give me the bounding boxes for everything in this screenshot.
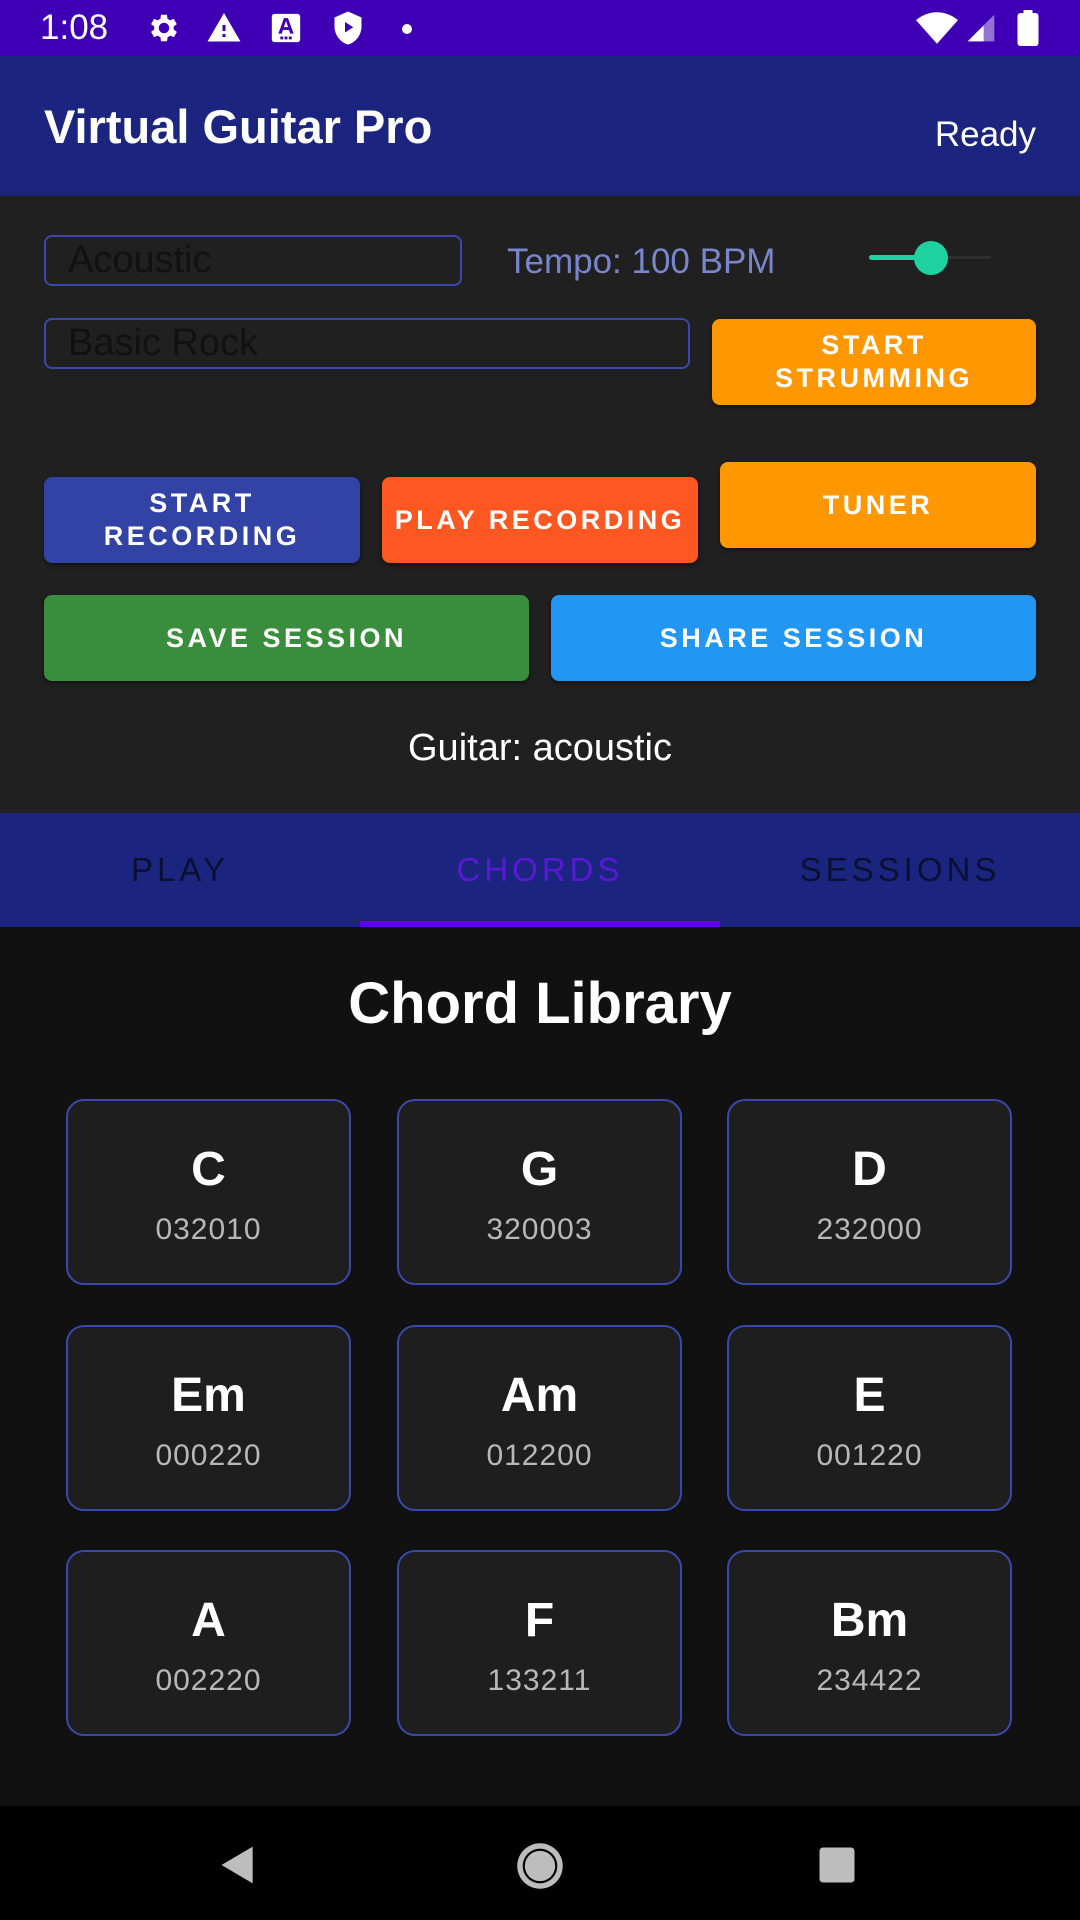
chord-name: D xyxy=(852,1143,887,1196)
chord-name: E xyxy=(853,1369,886,1422)
chord-card-e[interactable]: E 001220 xyxy=(727,1325,1012,1511)
back-icon[interactable] xyxy=(216,1843,260,1892)
app-status-text: Ready xyxy=(934,115,1036,154)
tempo-slider-thumb[interactable] xyxy=(914,241,948,275)
chord-frets: 234422 xyxy=(816,1664,923,1697)
chord-card-g[interactable]: G 320003 xyxy=(397,1099,682,1285)
status-bar: 1:08 xyxy=(0,0,1080,56)
dot-icon xyxy=(401,22,413,40)
chord-name: G xyxy=(520,1143,559,1196)
chord-frets: 000220 xyxy=(155,1439,262,1472)
recents-icon[interactable] xyxy=(816,1844,858,1891)
chord-frets: 320003 xyxy=(486,1213,593,1246)
home-icon[interactable] xyxy=(514,1840,566,1897)
chord-frets: 032010 xyxy=(155,1213,262,1246)
guitar-label: Guitar: acoustic xyxy=(408,727,672,769)
shield-play-icon xyxy=(330,10,366,51)
signal-icon xyxy=(964,12,998,49)
start-recording-button[interactable]: START RECORDING xyxy=(44,477,360,563)
gear-icon xyxy=(146,10,182,51)
chord-frets: 012200 xyxy=(486,1439,593,1472)
chord-name: A xyxy=(191,1594,226,1647)
tuner-button[interactable]: TUNER xyxy=(720,462,1036,548)
chord-card-em[interactable]: Em 000220 xyxy=(66,1325,351,1511)
battery-icon xyxy=(1016,10,1040,51)
strum-pattern-spinner[interactable]: Basic Rock xyxy=(44,318,690,369)
app-title: Virtual Guitar Pro xyxy=(44,100,433,153)
chord-name: C xyxy=(191,1143,226,1196)
chord-card-f[interactable]: F 133211 xyxy=(397,1550,682,1736)
status-time: 1:08 xyxy=(40,8,109,47)
wifi-icon xyxy=(916,12,958,49)
chord-card-am[interactable]: Am 012200 xyxy=(397,1325,682,1511)
chord-card-bm[interactable]: Bm 234422 xyxy=(727,1550,1012,1736)
chord-name: Em xyxy=(171,1369,246,1422)
chord-frets: 133211 xyxy=(487,1664,592,1697)
tab-chords[interactable]: CHORDS xyxy=(360,813,720,927)
start-strumming-button[interactable]: START STRUMMING xyxy=(712,319,1036,405)
chord-name: F xyxy=(524,1594,555,1647)
tab-bar: PLAY CHORDS SESSIONS xyxy=(0,813,1080,927)
chord-name: Bm xyxy=(830,1594,909,1647)
tempo-label: Tempo: 100 BPM xyxy=(507,242,776,281)
chord-card-a[interactable]: A 002220 xyxy=(66,1550,351,1736)
warning-icon xyxy=(205,10,243,51)
section-title: Chord Library xyxy=(348,971,732,1036)
chord-card-d[interactable]: D 232000 xyxy=(727,1099,1012,1285)
controls-panel: Acoustic Tempo: 100 BPM Basic Rock START… xyxy=(0,196,1080,813)
chord-library: Chord Library C 032010 G 320003 D 232000… xyxy=(0,927,1080,1806)
system-nav-bar xyxy=(0,1806,1080,1920)
share-session-button[interactable]: SHARE SESSION xyxy=(551,595,1036,681)
text-a-icon xyxy=(269,10,303,51)
play-recording-button[interactable]: PLAY RECORDING xyxy=(382,477,698,563)
chord-card-c[interactable]: C 032010 xyxy=(66,1099,351,1285)
chord-frets: 002220 xyxy=(155,1664,262,1697)
chord-name: Am xyxy=(500,1369,579,1422)
chord-frets: 001220 xyxy=(816,1439,923,1472)
app-bar: Virtual Guitar Pro Ready xyxy=(0,56,1080,196)
chord-frets: 232000 xyxy=(816,1213,923,1246)
guitar-type-spinner[interactable]: Acoustic xyxy=(44,235,462,286)
save-session-button[interactable]: SAVE SESSION xyxy=(44,595,529,681)
tab-sessions[interactable]: SESSIONS xyxy=(720,813,1080,927)
tab-play[interactable]: PLAY xyxy=(0,813,360,927)
